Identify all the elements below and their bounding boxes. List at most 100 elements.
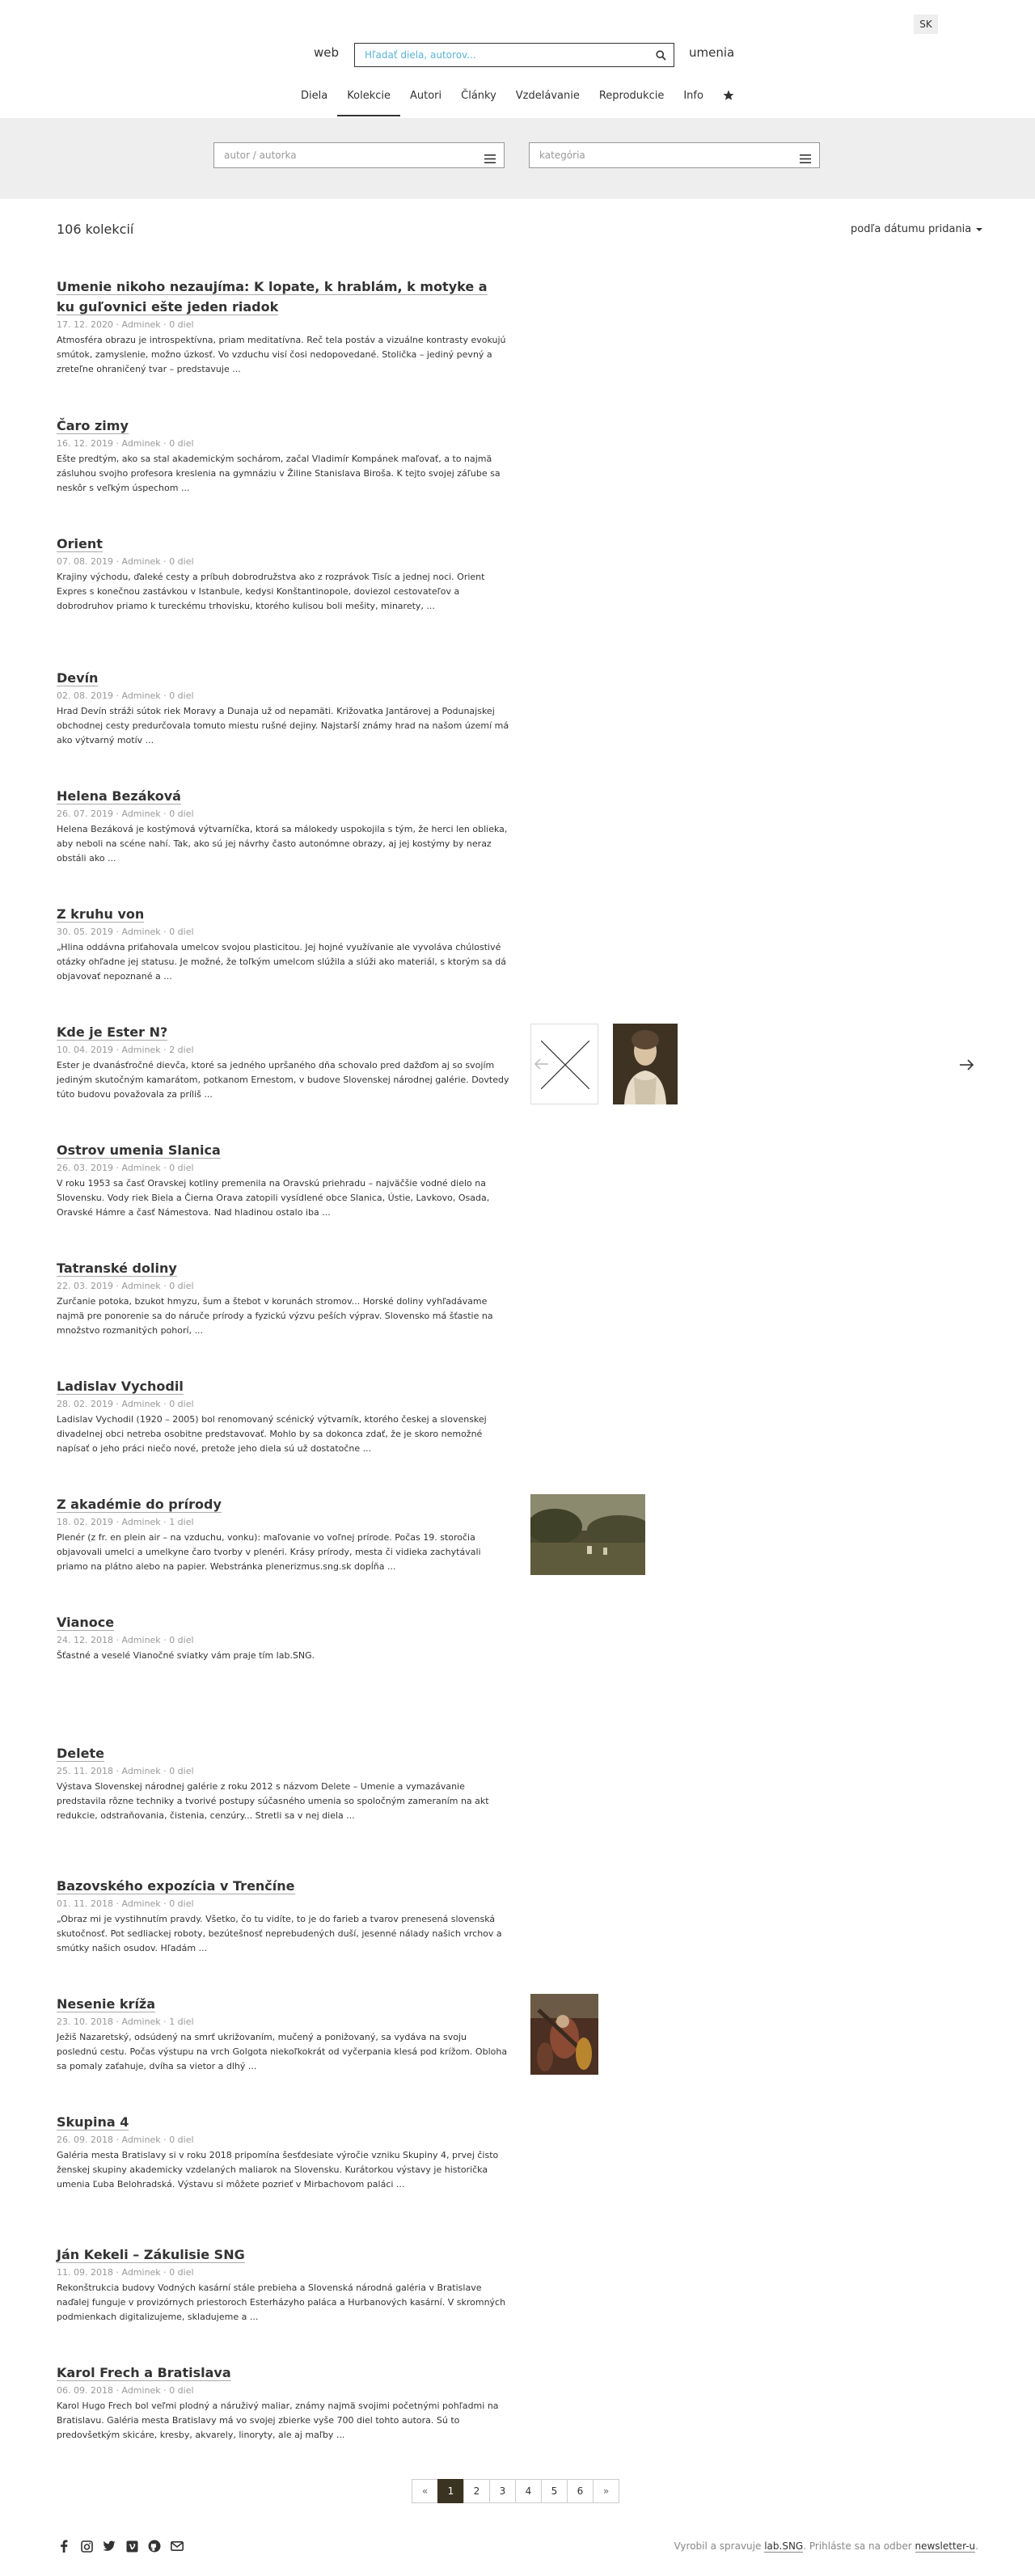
lab-sng-link[interactable]: lab.SNG bbox=[764, 2540, 804, 2553]
twitter-icon[interactable] bbox=[102, 2539, 116, 2553]
collection-title[interactable]: Orient bbox=[57, 534, 509, 554]
collection-meta: 18. 02. 2019 · Adminek · 1 diel bbox=[57, 1517, 194, 1527]
instagram-icon[interactable] bbox=[79, 2539, 94, 2553]
nav-kolekcie[interactable]: Kolekcie bbox=[337, 86, 400, 116]
page-4[interactable]: 4 bbox=[515, 2479, 542, 2503]
collection-excerpt: Galéria mesta Bratislavy si v roku 2018 … bbox=[57, 2150, 499, 2190]
collection-item: Orient 07. 08. 2019 · Adminek · 0 diel K… bbox=[57, 534, 509, 614]
artwork-thumbnail-crucifixion[interactable] bbox=[530, 1994, 598, 2075]
collection-excerpt: Atmosféra obrazu je introspektívna, pria… bbox=[57, 335, 506, 374]
github-icon[interactable] bbox=[147, 2539, 162, 2553]
collection-meta: 06. 09. 2018 · Adminek · 0 diel bbox=[57, 2385, 194, 2396]
collection-meta: 07. 08. 2019 · Adminek · 0 diel bbox=[57, 556, 194, 567]
collection-item: Ladislav Vychodil 28. 02. 2019 · Adminek… bbox=[57, 1376, 509, 1456]
collection-title[interactable]: Nesenie kríža bbox=[57, 1994, 509, 2014]
search-input[interactable] bbox=[355, 44, 643, 66]
collection-excerpt: „Hlina oddávna priťahovala umelcov svojo… bbox=[57, 942, 506, 982]
sort-dropdown[interactable]: podľa dátumu pridania bbox=[851, 223, 983, 235]
carousel-prev-icon[interactable] bbox=[534, 1056, 550, 1075]
page-3[interactable]: 3 bbox=[489, 2479, 516, 2503]
collection-title[interactable]: Vianoce bbox=[57, 1612, 509, 1632]
credit-prefix: Vyrobil a spravuje bbox=[674, 2540, 765, 2552]
collection-item: Karol Frech a Bratislava 06. 09. 2018 · … bbox=[57, 2363, 509, 2443]
page-next[interactable]: » bbox=[593, 2479, 619, 2503]
favourites-star-icon[interactable] bbox=[713, 86, 744, 116]
collection-meta: 17. 12. 2020 · Adminek · 0 diel bbox=[57, 319, 194, 330]
artwork-thumbnail-landscape[interactable] bbox=[530, 1494, 645, 1575]
artwork-thumbnail-portrait[interactable] bbox=[613, 1024, 678, 1104]
collection-item: Umenie nikoho nezaujíma: K lopate, k hra… bbox=[57, 277, 509, 377]
collections-count: 106 kolekcií bbox=[57, 222, 134, 237]
collection-meta: 30. 05. 2019 · Adminek · 0 diel bbox=[57, 927, 194, 937]
collection-meta: 24. 12. 2018 · Adminek · 0 diel bbox=[57, 1635, 194, 1645]
credit-middle: . Prihláste sa na odber bbox=[803, 2540, 915, 2552]
collection-item: Devín 02. 08. 2019 · Adminek · 0 diel Hr… bbox=[57, 668, 509, 748]
collection-title[interactable]: Z akadémie do prírody bbox=[57, 1494, 509, 1514]
vimeo-icon[interactable] bbox=[125, 2539, 139, 2553]
collection-meta: 26. 03. 2019 · Adminek · 0 diel bbox=[57, 1163, 194, 1173]
social-links bbox=[57, 2539, 184, 2553]
collection-title[interactable]: Bazovského expozícia v Trenčíne bbox=[57, 1876, 509, 1896]
facebook-icon[interactable] bbox=[57, 2539, 71, 2553]
collection-title[interactable]: Helena Bezáková bbox=[57, 786, 509, 806]
collection-title[interactable]: Karol Frech a Bratislava bbox=[57, 2363, 509, 2383]
collection-title[interactable]: Delete bbox=[57, 1743, 509, 1763]
category-filter[interactable]: kategória bbox=[529, 142, 820, 168]
collection-title[interactable]: Ostrov umenia Slanica bbox=[57, 1140, 509, 1160]
collection-title[interactable]: Umenie nikoho nezaujíma: K lopate, k hra… bbox=[57, 277, 509, 317]
collection-meta: 02. 08. 2019 · Adminek · 0 diel bbox=[57, 690, 194, 701]
collection-meta: 23. 10. 2018 · Adminek · 1 diel bbox=[57, 2016, 194, 2027]
footer: Vyrobil a spravuje lab.SNG. Prihláste sa… bbox=[57, 2539, 978, 2558]
collection-item: Delete 25. 11. 2018 · Adminek · 0 diel V… bbox=[57, 1743, 509, 1823]
collection-title[interactable]: Skupina 4 bbox=[57, 2112, 509, 2132]
brand-web[interactable]: web bbox=[314, 45, 339, 60]
language-switch[interactable]: SK bbox=[914, 15, 938, 34]
collection-title[interactable]: Ján Kekeli – Zákulisie SNG bbox=[57, 2244, 509, 2265]
page-2[interactable]: 2 bbox=[463, 2479, 490, 2503]
collection-title[interactable]: Čaro zimy bbox=[57, 416, 509, 436]
nav-reprodukcie[interactable]: Reprodukcie bbox=[589, 86, 674, 116]
collection-excerpt: Šťastné a veselé Vianočné sviatky vám pr… bbox=[57, 1650, 315, 1661]
collection-excerpt: Krajiny východu, ďaleké cesty a príbuh d… bbox=[57, 572, 485, 611]
nav-info[interactable]: Info bbox=[674, 86, 713, 116]
page-prev[interactable]: « bbox=[412, 2479, 438, 2503]
collection-item: Z akadémie do prírody 18. 02. 2019 · Adm… bbox=[57, 1494, 509, 1574]
page-5[interactable]: 5 bbox=[541, 2479, 568, 2503]
collection-meta: 26. 09. 2018 · Adminek · 0 diel bbox=[57, 2135, 194, 2145]
collection-item: Ján Kekeli – Zákulisie SNG 11. 09. 2018 … bbox=[57, 2244, 509, 2325]
search-icon[interactable] bbox=[651, 46, 670, 64]
collection-title[interactable]: Ladislav Vychodil bbox=[57, 1376, 509, 1396]
collection-excerpt: Ester je dvanásťročné dievča, ktoré sa j… bbox=[57, 1060, 509, 1100]
collection-item: Kde je Ester N? 10. 04. 2019 · Adminek ·… bbox=[57, 1022, 509, 1102]
nav-autori[interactable]: Autori bbox=[400, 86, 451, 116]
collection-title[interactable]: Kde je Ester N? bbox=[57, 1022, 509, 1042]
author-filter-placeholder: autor / autorka bbox=[224, 150, 297, 161]
collection-meta: 10. 04. 2019 · Adminek · 2 diel bbox=[57, 1045, 194, 1055]
newsletter-link[interactable]: newsletter-u bbox=[915, 2540, 976, 2553]
collection-item: Helena Bezáková 26. 07. 2019 · Adminek ·… bbox=[57, 786, 509, 866]
page-1[interactable]: 1 bbox=[437, 2479, 464, 2503]
collection-excerpt: Rekonštrukcia budovy Vodných kasární stá… bbox=[57, 2283, 506, 2322]
pagination: « 1 2 3 4 5 6 » bbox=[412, 2479, 619, 2503]
page-6[interactable]: 6 bbox=[567, 2479, 594, 2503]
collection-meta: 16. 12. 2019 · Adminek · 0 diel bbox=[57, 438, 194, 449]
collection-meta: 22. 03. 2019 · Adminek · 0 diel bbox=[57, 1281, 194, 1291]
collection-item: Tatranské doliny 22. 03. 2019 · Adminek … bbox=[57, 1258, 509, 1338]
collection-title[interactable]: Tatranské doliny bbox=[57, 1258, 509, 1278]
nav-diela[interactable]: Diela bbox=[291, 86, 337, 116]
search-box bbox=[354, 43, 674, 67]
main-nav: Diela Kolekcie Autori Články Vzdelávanie… bbox=[0, 86, 1035, 116]
collection-item: Čaro zimy 16. 12. 2019 · Adminek · 0 die… bbox=[57, 416, 509, 496]
sort-label: podľa dátumu pridania bbox=[851, 223, 972, 235]
mail-icon[interactable] bbox=[170, 2539, 184, 2553]
nav-clanky[interactable]: Články bbox=[451, 86, 506, 116]
brand-umenia[interactable]: umenia bbox=[689, 45, 734, 60]
filter-bar: autor / autorka kategória bbox=[0, 118, 1035, 199]
collection-title[interactable]: Devín bbox=[57, 668, 509, 688]
category-filter-placeholder: kategória bbox=[539, 150, 585, 161]
nav-vzdelavanie[interactable]: Vzdelávanie bbox=[506, 86, 589, 116]
author-filter[interactable]: autor / autorka bbox=[213, 142, 505, 168]
collection-title[interactable]: Z kruhu von bbox=[57, 904, 509, 924]
collection-meta: 25. 11. 2018 · Adminek · 0 diel bbox=[57, 1766, 194, 1776]
carousel-next-icon[interactable] bbox=[956, 1054, 977, 1075]
